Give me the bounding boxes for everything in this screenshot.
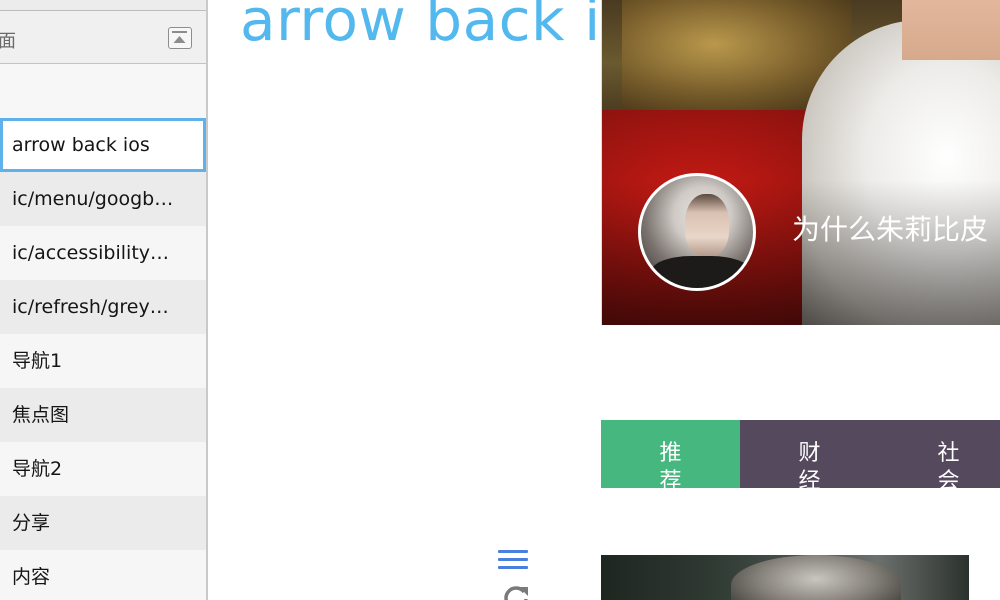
layer-item-ic-menu[interactable]: ic/menu/googb… [0, 172, 206, 226]
tab-label: 财经 [798, 441, 821, 488]
tab-finance[interactable]: 财经 [740, 420, 879, 488]
layer-item-focus-image[interactable]: 焦点图 [0, 388, 206, 442]
design-canvas[interactable]: arrow back ios 为什么朱莉比皮 推荐 财经 社会 [208, 0, 1000, 600]
sidebar-top-strip [0, 0, 206, 11]
card-image-subject [731, 555, 901, 600]
collapse-button[interactable] [168, 27, 192, 49]
layer-group-header[interactable]: 面 [0, 11, 206, 64]
layer-item-ic-accessibility[interactable]: ic/accessibility… [0, 226, 206, 280]
layer-item-content[interactable]: 内容 [0, 550, 206, 600]
refresh-icon[interactable] [502, 584, 530, 600]
layer-item-arrow-back-ios[interactable]: arrow back ios [0, 118, 206, 172]
tab-society[interactable]: 社会 [879, 420, 1000, 488]
collapse-icon [172, 31, 187, 43]
hero-figure [902, 0, 1000, 60]
layer-item-nav2[interactable]: 导航2 [0, 442, 206, 496]
avatar-face [685, 194, 729, 256]
layer-blank-row[interactable] [0, 64, 206, 118]
app-window: 面 arrow back ios ic/menu/googb… ic/acces… [0, 0, 1000, 600]
layer-item-share[interactable]: 分享 [0, 496, 206, 550]
author-avatar[interactable] [638, 173, 756, 291]
tab-label: 社会 [937, 441, 960, 488]
layer-list: arrow back ios ic/menu/googb… ic/accessi… [0, 118, 206, 600]
hero-title[interactable]: 为什么朱莉比皮 [792, 208, 988, 248]
avatar-collar [651, 256, 751, 288]
hero-image[interactable]: 为什么朱莉比皮 [601, 0, 1000, 325]
category-tab-bar: 推荐 财经 社会 [601, 420, 1000, 488]
layer-item-ic-refresh[interactable]: ic/refresh/grey… [0, 280, 206, 334]
content-card-image[interactable] [601, 555, 969, 600]
layer-item-nav1[interactable]: 导航1 [0, 334, 206, 388]
layers-sidebar: 面 arrow back ios ic/menu/googb… ic/acces… [0, 0, 208, 600]
layer-group-label: 面 [0, 27, 16, 53]
menu-icon[interactable] [496, 548, 530, 572]
tab-label: 推荐 [659, 441, 682, 488]
tab-recommend[interactable]: 推荐 [601, 420, 740, 488]
